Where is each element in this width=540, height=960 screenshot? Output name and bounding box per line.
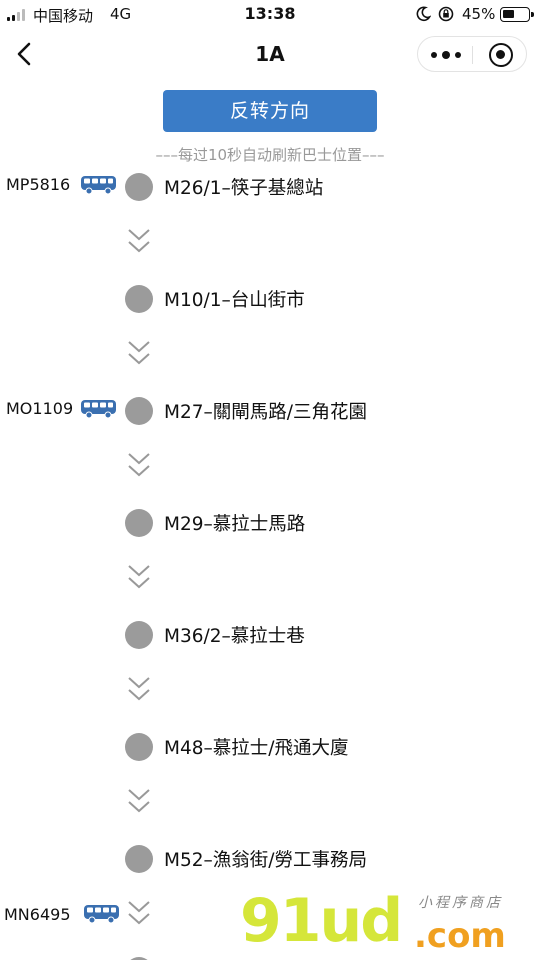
bus-icon[interactable]	[80, 399, 117, 419]
bus-icon[interactable]	[80, 175, 117, 195]
stop-name: M36/2–慕拉士巷	[164, 626, 305, 647]
double-chevron-down-icon	[128, 565, 150, 589]
stop-dot-icon	[125, 397, 153, 425]
watermark-domain-text: .com	[414, 916, 506, 956]
stop-dot-icon	[125, 621, 153, 649]
bus-plate-label: MP5816	[6, 175, 71, 194]
double-chevron-down-icon	[128, 901, 150, 925]
stop-dot-icon	[125, 733, 153, 761]
watermark-logo: 91ud .com 小程序商店	[240, 886, 540, 960]
stop-dot-icon	[125, 845, 153, 873]
stop-list: M26/1–筷子基總站 M10/1–台山街市 M27–關閘馬路/三角花園 M29…	[0, 0, 540, 960]
watermark-main-text: 91ud	[240, 886, 403, 956]
stop-name: M27–關閘馬路/三角花園	[164, 402, 367, 423]
stop-item[interactable]: M52–漁翁街/勞工事務局	[0, 842, 540, 874]
double-chevron-down-icon	[128, 789, 150, 813]
stop-name: M29–慕拉士馬路	[164, 514, 306, 535]
stop-item[interactable]: M48–慕拉士/飛通大廈	[0, 730, 540, 762]
bus-plate-label: MN6495	[4, 905, 71, 924]
watermark-sub-text: 小程序商店	[418, 895, 503, 911]
stop-name: M52–漁翁街/勞工事務局	[164, 850, 367, 871]
stop-dot-icon	[125, 509, 153, 537]
double-chevron-down-icon	[128, 677, 150, 701]
stop-item[interactable]: M29–慕拉士馬路	[0, 506, 540, 538]
double-chevron-down-icon	[128, 229, 150, 253]
stop-dot-icon	[125, 285, 153, 313]
double-chevron-down-icon	[128, 341, 150, 365]
stop-dot-icon	[125, 173, 153, 201]
bus-plate-label: MO1109	[6, 399, 74, 418]
double-chevron-down-icon	[128, 453, 150, 477]
stop-name: M10/1–台山街市	[164, 290, 305, 311]
stop-item[interactable]: M36/2–慕拉士巷	[0, 618, 540, 650]
stop-name: M48–慕拉士/飛通大廈	[164, 738, 349, 759]
bus-icon[interactable]	[83, 904, 120, 924]
stop-item[interactable]: M10/1–台山街市	[0, 282, 540, 314]
stop-name: M26/1–筷子基總站	[164, 178, 324, 199]
